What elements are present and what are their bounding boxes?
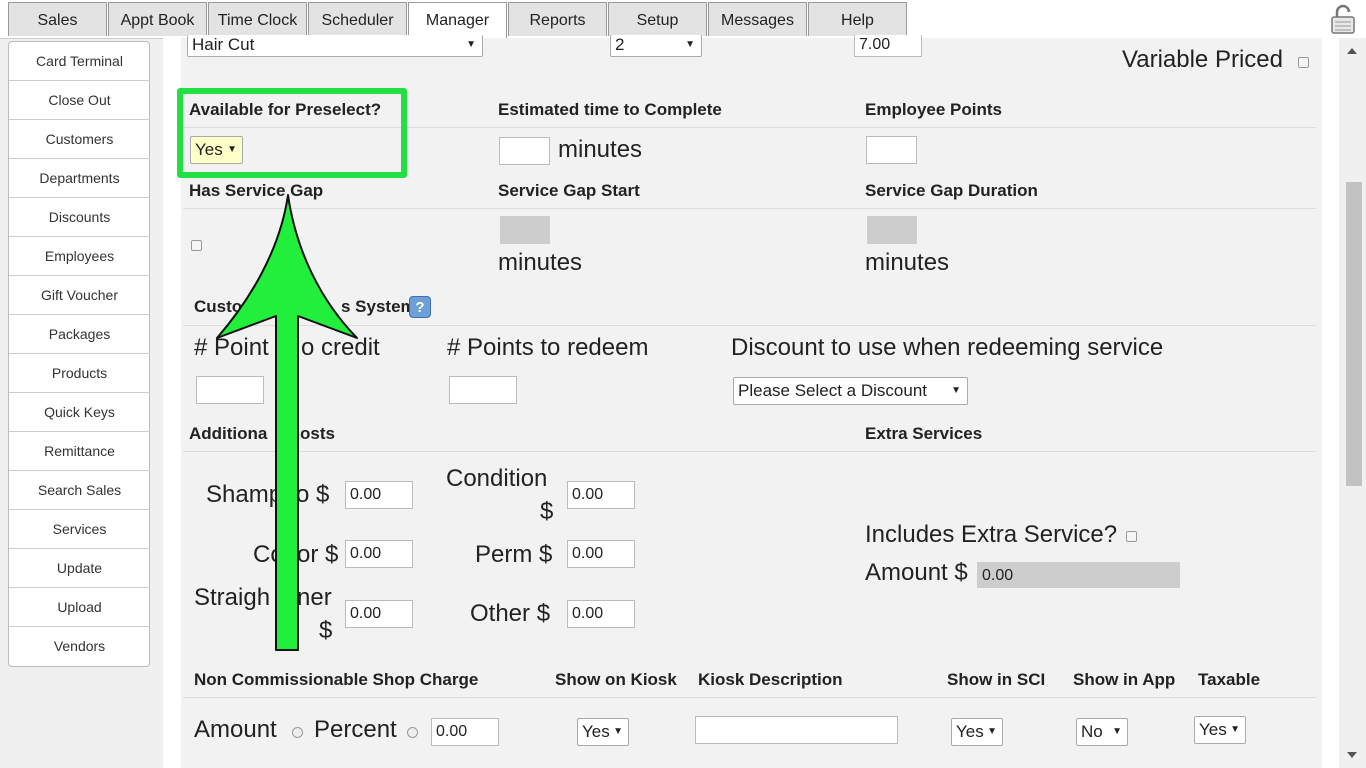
chevron-down-icon: ▼ xyxy=(1112,726,1122,737)
est-time-input[interactable] xyxy=(499,137,550,165)
gap-duration-minutes-label: minutes xyxy=(865,249,950,276)
gap-start-minutes-label: minutes xyxy=(498,249,583,276)
lock-icon[interactable] xyxy=(1328,4,1358,34)
scrollbar-thumb[interactable] xyxy=(1346,182,1362,486)
extra-services-label: Extra Services xyxy=(865,424,983,443)
points-redeem-input[interactable] xyxy=(449,376,517,404)
discount-label: Discount to use when redeeming service xyxy=(731,334,1164,361)
tab-reports[interactable]: Reports xyxy=(508,2,607,36)
percent-radio-label: Percent xyxy=(314,716,397,743)
perm-label: Perm $ xyxy=(475,541,553,568)
sidebar-item-services[interactable]: Services xyxy=(9,510,150,549)
show-kiosk-label: Show on Kiosk xyxy=(555,670,677,689)
other-label: Other $ xyxy=(470,600,551,627)
sidebar-item-card-terminal[interactable]: Card Terminal xyxy=(9,42,150,81)
up-arrow-icon xyxy=(216,194,358,651)
tab-messages[interactable]: Messages xyxy=(708,2,807,36)
show-kiosk-select[interactable]: Yes ▼ xyxy=(577,718,629,746)
tab-help[interactable]: Help xyxy=(808,2,907,36)
sidebar-item-products[interactable]: Products xyxy=(9,354,150,393)
taxable-value: Yes xyxy=(1199,720,1227,739)
condition-input[interactable]: 0.00 xyxy=(567,481,635,509)
variable-priced-checkbox[interactable] xyxy=(1298,57,1309,68)
sidebar-item-upload[interactable]: Upload xyxy=(9,588,150,627)
taxable-label: Taxable xyxy=(1198,670,1261,689)
service-select-value: Hair Cut xyxy=(192,35,255,54)
includes-extra-label: Includes Extra Service? xyxy=(865,521,1118,548)
show-sci-select[interactable]: Yes ▼ xyxy=(951,718,1003,746)
gap-duration-input[interactable] xyxy=(867,216,917,244)
show-app-value: No xyxy=(1081,722,1103,741)
service-select[interactable]: Hair Cut ▼ xyxy=(187,35,483,57)
divider xyxy=(183,697,1316,698)
kiosk-description-input[interactable] xyxy=(695,716,898,744)
tab-sales[interactable]: Sales xyxy=(8,2,107,36)
show-sci-value: Yes xyxy=(956,722,984,741)
discount-select[interactable]: Please Select a Discount ▼ xyxy=(733,377,968,405)
chevron-down-icon: ▼ xyxy=(685,39,695,50)
quantity-select-value: 2 xyxy=(615,35,625,54)
shop-charge-input[interactable]: 0.00 xyxy=(431,718,499,746)
sidebar-item-update[interactable]: Update xyxy=(9,549,150,588)
sidebar-item-search-sales[interactable]: Search Sales xyxy=(9,471,150,510)
employee-points-input[interactable] xyxy=(866,136,917,164)
quantity-select[interactable]: 2 ▼ xyxy=(610,35,702,57)
sidebar-item-gift-voucher[interactable]: Gift Voucher xyxy=(9,276,150,315)
sidebar: Card Terminal Close Out Customers Depart… xyxy=(8,41,150,667)
gap-duration-label: Service Gap Duration xyxy=(865,181,1038,200)
sidebar-item-quick-keys[interactable]: Quick Keys xyxy=(9,393,150,432)
perm-input[interactable]: 0.00 xyxy=(567,540,635,568)
tab-manager[interactable]: Manager xyxy=(408,2,507,39)
chevron-down-icon: ▼ xyxy=(987,726,997,737)
est-time-minutes-label: minutes xyxy=(558,136,643,163)
sidebar-item-packages[interactable]: Packages xyxy=(9,315,150,354)
service-gap-checkbox[interactable] xyxy=(191,240,202,251)
percent-radio[interactable] xyxy=(407,727,418,738)
sidebar-item-customers[interactable]: Customers xyxy=(9,120,150,159)
extra-amount-label: Amount $ xyxy=(865,559,968,586)
condition-label: Condition xyxy=(446,465,548,492)
gap-start-input[interactable] xyxy=(500,216,550,244)
show-kiosk-value: Yes xyxy=(582,722,610,741)
amount-radio-label: Amount xyxy=(194,716,277,743)
variable-priced-label: Variable Priced xyxy=(1122,46,1283,73)
chevron-down-icon: ▼ xyxy=(1230,724,1240,735)
sidebar-item-remittance[interactable]: Remittance xyxy=(9,432,150,471)
amount-radio[interactable] xyxy=(292,727,303,738)
price-field[interactable]: 7.00 xyxy=(854,35,922,57)
gap-start-label: Service Gap Start xyxy=(498,181,640,200)
show-sci-label: Show in SCI xyxy=(947,670,1046,689)
non-comm-label: Non Commissionable Shop Charge xyxy=(194,670,479,689)
extra-amount-input[interactable]: 0.00 xyxy=(977,562,1180,588)
top-tab-bar: Sales Appt Book Time Clock Scheduler Man… xyxy=(0,0,1366,39)
sidebar-item-employees[interactable]: Employees xyxy=(9,237,150,276)
show-app-label: Show in App xyxy=(1073,670,1176,689)
includes-extra-checkbox[interactable] xyxy=(1126,531,1137,542)
scroll-up-icon[interactable] xyxy=(1345,46,1359,56)
condition-dollar-label: $ xyxy=(540,498,554,525)
sidebar-item-vendors[interactable]: Vendors xyxy=(9,627,150,666)
chevron-down-icon: ▼ xyxy=(951,385,961,396)
est-time-label: Estimated time to Complete xyxy=(498,100,722,119)
employee-points-label: Employee Points xyxy=(865,100,1002,119)
taxable-select[interactable]: Yes ▼ xyxy=(1194,716,1246,744)
tab-setup[interactable]: Setup xyxy=(608,2,707,36)
tab-scheduler[interactable]: Scheduler xyxy=(308,2,407,36)
help-icon[interactable]: ? xyxy=(409,296,431,318)
chevron-down-icon: ▼ xyxy=(613,726,623,737)
kiosk-description-label: Kiosk Description xyxy=(698,670,843,689)
points-redeem-label: # Points to redeem xyxy=(447,334,649,361)
sidebar-item-departments[interactable]: Departments xyxy=(9,159,150,198)
chevron-down-icon: ▼ xyxy=(466,39,476,50)
discount-select-value: Please Select a Discount xyxy=(738,381,927,400)
highlight-box xyxy=(177,88,407,178)
tab-time-clock[interactable]: Time Clock xyxy=(208,2,307,36)
tab-appt-book[interactable]: Appt Book xyxy=(108,2,207,36)
show-app-select[interactable]: No ▼ xyxy=(1076,718,1128,746)
sidebar-item-close-out[interactable]: Close Out xyxy=(9,81,150,120)
scroll-down-icon[interactable] xyxy=(1345,750,1359,760)
other-input[interactable]: 0.00 xyxy=(567,600,635,628)
sidebar-item-discounts[interactable]: Discounts xyxy=(9,198,150,237)
